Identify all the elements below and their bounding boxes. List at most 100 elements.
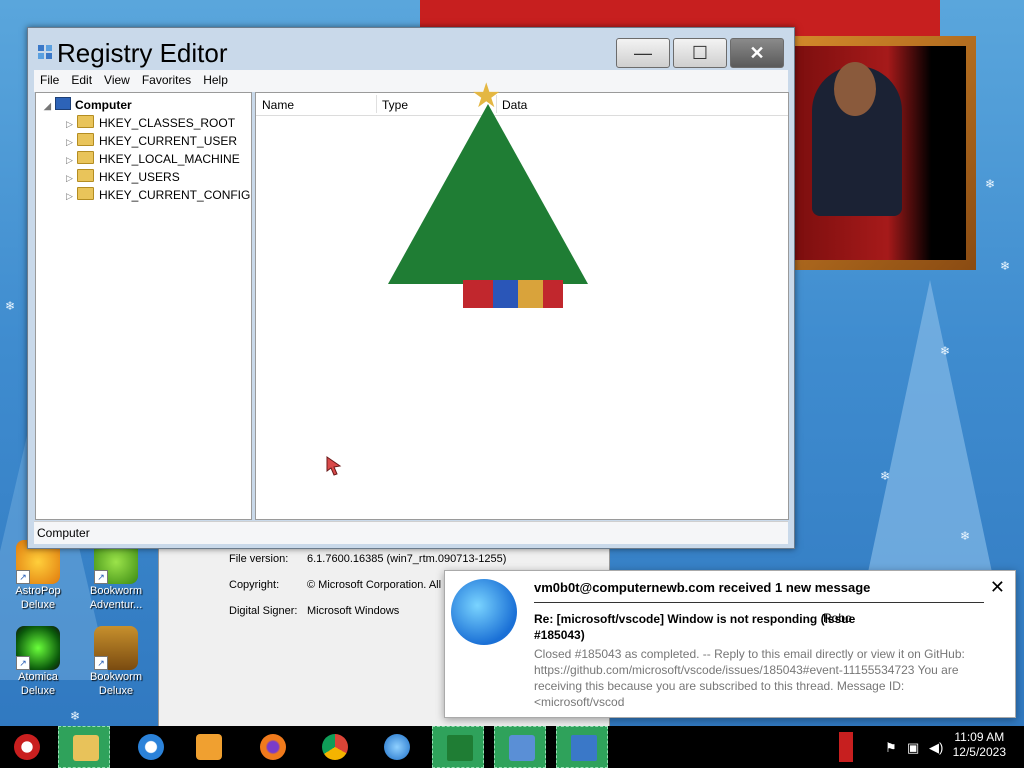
- snowflake: ❄: [1000, 259, 1011, 273]
- expand-icon[interactable]: ▷: [66, 173, 74, 184]
- status-bar: Computer: [34, 521, 788, 544]
- shortcut-arrow-icon: ↗: [16, 570, 30, 584]
- start-santa-icon: [14, 734, 40, 760]
- menu-help[interactable]: Help: [197, 70, 234, 87]
- digital-signer-value: Microsoft Windows: [307, 605, 400, 617]
- menu-file[interactable]: File: [34, 70, 65, 87]
- expand-icon[interactable]: ▷: [66, 119, 74, 130]
- taskbar-internet-explorer[interactable]: [124, 726, 176, 768]
- taskbar-media-player[interactable]: [182, 726, 234, 768]
- desktop-icon-label: AstroPop Deluxe: [15, 585, 61, 611]
- snowflake: ❄: [940, 344, 951, 358]
- chrome-icon: [322, 734, 348, 760]
- copyright-value: © Microsoft Corporation. All ri: [307, 579, 451, 591]
- desktop-icon-label: Bookworm Adventur...: [89, 585, 143, 611]
- network-icon[interactable]: ▣: [907, 740, 919, 756]
- notification-body[interactable]: Closed #185043 as completed. -- Reply to…: [534, 646, 974, 710]
- maximize-button[interactable]: ☐: [673, 38, 727, 68]
- system-tray: ⚑ ▣ ◀) 11:09 AM 12/5/2023: [839, 726, 1024, 768]
- expand-icon[interactable]: ▷: [66, 191, 74, 202]
- expand-icon[interactable]: ▷: [66, 155, 74, 166]
- photo: [792, 46, 966, 260]
- tree-node-label: HKEY_CURRENT_USER: [99, 134, 238, 148]
- tree-node-hkey-current-config[interactable]: ▷ HKEY_CURRENT_CONFIG: [66, 187, 250, 202]
- tree-node-label: Computer: [75, 98, 132, 112]
- christmas-tree-widget[interactable]: ★: [283, 77, 603, 324]
- taskbar-chrome[interactable]: [308, 726, 360, 768]
- desktop-icon-astropop[interactable]: ↗ AstroPop Deluxe: [6, 540, 70, 612]
- shortcut-arrow-icon: ↗: [94, 570, 108, 584]
- collapse-icon[interactable]: ◢: [44, 101, 52, 112]
- wallpaper-tree: [860, 280, 1000, 610]
- close-button[interactable]: ✕: [730, 38, 784, 68]
- snowflake: ❄: [985, 177, 996, 191]
- tree-node-label: HKEY_CURRENT_CONFIG: [99, 188, 251, 202]
- folder-icon: [77, 187, 94, 200]
- shortcut-arrow-icon: ↗: [94, 656, 108, 670]
- tree-node-hkey-users[interactable]: ▷ HKEY_USERS: [66, 169, 180, 184]
- notification-close-button[interactable]: ✕: [990, 577, 1005, 598]
- desktop-icon-label: Bookworm Deluxe: [90, 671, 142, 697]
- taskbar-firefox[interactable]: [246, 726, 298, 768]
- menu-view[interactable]: View: [98, 70, 136, 87]
- mouse-cursor-icon: [326, 456, 342, 476]
- notification-divider: [534, 602, 984, 603]
- menu-edit[interactable]: Edit: [65, 70, 98, 87]
- registry-editor-icon: [571, 735, 597, 761]
- registry-editor-icon: [38, 45, 52, 59]
- file-version-value: 6.1.7600.16385 (win7_rtm.090713-1255): [307, 553, 507, 565]
- show-desktop-strip[interactable]: [839, 732, 853, 762]
- tree-node-hkey-classes-root[interactable]: ▷ HKEY_CLASSES_ROOT: [66, 115, 235, 130]
- notification-title: vm0b0t@computernewb.com received 1 new m…: [534, 580, 871, 595]
- gifts-icon: [463, 280, 563, 308]
- thunderbird-icon: [451, 579, 517, 645]
- mail-notification[interactable]: vm0b0t@computernewb.com received 1 new m…: [444, 570, 1016, 718]
- star-icon: ★: [471, 77, 502, 115]
- tree-node-label: HKEY_CLASSES_ROOT: [99, 116, 236, 130]
- window-title: Registry Editor: [57, 38, 228, 68]
- folder-icon: [77, 151, 94, 164]
- shortcut-arrow-icon: ↗: [16, 656, 30, 670]
- snowflake: ❄: [70, 709, 81, 723]
- folder-icon: [77, 133, 94, 146]
- control-panel-icon: [509, 735, 535, 761]
- snowflake: ❄: [880, 469, 891, 483]
- desktop-icon-label: Atomica Deluxe: [18, 671, 58, 697]
- volume-icon[interactable]: ◀): [929, 740, 943, 756]
- desktop-icon-bookworm[interactable]: ↗ Bookworm Deluxe: [84, 626, 148, 698]
- file-version-label: File version:: [229, 553, 289, 565]
- update-icon: [384, 734, 410, 760]
- christmas-tree-icon: [447, 735, 473, 761]
- tree-node-label: HKEY_LOCAL_MACHINE: [99, 152, 240, 166]
- taskbar-christmas-tree[interactable]: [432, 726, 484, 768]
- desktop-icon-atomica[interactable]: ↗ Atomica Deluxe: [6, 626, 70, 698]
- taskbar-update[interactable]: [370, 726, 422, 768]
- christmas-tree-icon: [388, 104, 588, 284]
- photo-frame-widget[interactable]: [782, 36, 976, 270]
- atomica-icon: ↗: [16, 626, 60, 670]
- tree-node-hkey-current-user[interactable]: ▷ HKEY_CURRENT_USER: [66, 133, 237, 148]
- title-bar[interactable]: Registry Editor — ☐ ✕: [28, 28, 794, 70]
- start-button[interactable]: [0, 726, 52, 768]
- taskbar-file-explorer[interactable]: [58, 726, 110, 768]
- taskbar-registry-editor[interactable]: [556, 726, 608, 768]
- tree-node-computer[interactable]: ◢ Computer: [44, 97, 132, 112]
- desktop-icon-bookworm-adventures[interactable]: ↗ Bookworm Adventur...: [84, 540, 148, 612]
- bookworm-icon: ↗: [94, 626, 138, 670]
- action-center-icon[interactable]: ⚑: [885, 740, 897, 756]
- tree-node-hkey-local-machine[interactable]: ▷ HKEY_LOCAL_MACHINE: [66, 151, 240, 166]
- computer-icon: [55, 97, 71, 110]
- expand-icon[interactable]: ▷: [66, 137, 74, 148]
- registry-tree[interactable]: ◢ Computer ▷ HKEY_CLASSES_ROOT ▷ HKEY_CURRE…: [35, 92, 252, 520]
- tree-node-label: HKEY_USERS: [99, 170, 180, 184]
- firefox-icon: [260, 734, 286, 760]
- menu-favorites[interactable]: Favorites: [136, 70, 197, 87]
- clock-date: 12/5/2023: [952, 745, 1006, 759]
- clock[interactable]: 11:09 AM 12/5/2023: [953, 730, 1006, 760]
- folder-icon: [77, 169, 94, 182]
- snowflake: ❄: [5, 299, 16, 313]
- minimize-button[interactable]: —: [616, 38, 670, 68]
- snowflake: ❄: [960, 529, 971, 543]
- folder-icon: [77, 115, 94, 128]
- taskbar-control-panel[interactable]: [494, 726, 546, 768]
